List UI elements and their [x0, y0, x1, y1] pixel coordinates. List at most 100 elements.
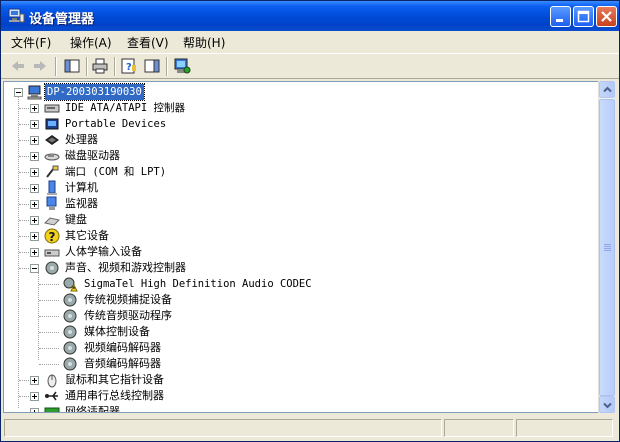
- back-icon[interactable]: [9, 57, 27, 75]
- tree-node-monitors[interactable]: 监视器: [4, 196, 304, 212]
- properties-pane-icon[interactable]: [63, 57, 81, 75]
- collapse-toggle[interactable]: [30, 264, 39, 273]
- tree-connector: [39, 300, 59, 301]
- status-bar: [1, 415, 619, 441]
- console-tree-icon[interactable]: [143, 57, 161, 75]
- expand-toggle[interactable]: [30, 104, 39, 113]
- tree-node-network-adapters[interactable]: 网络适配器: [4, 404, 304, 413]
- tree-node-sigmatel-audio[interactable]: SigmaTel High Definition Audio CODEC: [4, 276, 404, 292]
- sound-device-icon: [63, 309, 77, 323]
- node-label: 通用串行总线控制器: [65, 389, 164, 402]
- node-label: 声音、视频和游戏控制器: [65, 261, 186, 274]
- sound-icon: [45, 261, 59, 275]
- scroll-down-button[interactable]: [599, 396, 615, 413]
- node-label: 监视器: [65, 197, 98, 210]
- node-label: 键盘: [65, 213, 87, 226]
- status-pane-main: [4, 419, 442, 437]
- tree-node-sound-video-game[interactable]: 声音、视频和游戏控制器: [4, 260, 324, 276]
- sound-device-icon: [63, 293, 77, 307]
- expand-toggle[interactable]: [30, 376, 39, 385]
- tree-node-other-devices[interactable]: ? 其它设备: [4, 228, 304, 244]
- tree-node-mice[interactable]: 鼠标和其它指针设备: [4, 372, 304, 388]
- node-label: 传统视频捕捉设备: [84, 293, 172, 306]
- node-label: 视频编码解码器: [84, 341, 161, 354]
- tree-root[interactable]: DP-200303190030: [4, 83, 304, 101]
- keyboard-icon: [44, 217, 60, 226]
- device-tree[interactable]: DP-200303190030 IDE ATA/ATAPI 控制器 Portab…: [3, 81, 599, 413]
- menu-action[interactable]: 操作(A): [70, 34, 112, 51]
- tree-node-video-codecs[interactable]: 视频编码解码器: [4, 340, 304, 356]
- scroll-up-button[interactable]: [599, 81, 615, 98]
- tree-node-legacy-audio-drivers[interactable]: 传统音频驱动程序: [4, 308, 304, 324]
- maximize-button[interactable]: [573, 6, 594, 27]
- expand-toggle[interactable]: [30, 136, 39, 145]
- menu-view[interactable]: 查看(V): [127, 34, 169, 51]
- expand-toggle[interactable]: [30, 392, 39, 401]
- computer-root-icon: [27, 85, 42, 100]
- toolbar-separator: [86, 57, 88, 76]
- node-label: 人体学输入设备: [65, 245, 142, 258]
- expand-toggle[interactable]: [30, 232, 39, 241]
- thumb-grip: [604, 250, 611, 251]
- tree-connector: [39, 348, 59, 349]
- processor-icon: [45, 135, 59, 145]
- expand-toggle[interactable]: [30, 200, 39, 209]
- menu-file[interactable]: 文件(F): [11, 34, 51, 51]
- node-label: 音频编码解码器: [84, 357, 161, 370]
- expand-toggle[interactable]: [30, 120, 39, 129]
- tree-node-hid[interactable]: 人体学输入设备: [4, 244, 304, 260]
- tree-node-usb[interactable]: 通用串行总线控制器: [4, 388, 304, 404]
- unknown-device-icon: ?: [44, 228, 60, 244]
- expand-toggle[interactable]: [30, 184, 39, 193]
- node-label: 传统音频驱动程序: [84, 309, 172, 322]
- close-icon: [601, 11, 612, 22]
- vertical-scrollbar[interactable]: [598, 81, 615, 413]
- warning-device-icon: [63, 277, 78, 292]
- title-bar[interactable]: 设备管理器: [1, 1, 619, 31]
- expand-toggle[interactable]: [30, 216, 39, 225]
- tree-node-disk-drives[interactable]: 磁盘驱动器: [4, 148, 304, 164]
- node-label: 其它设备: [65, 229, 109, 242]
- tree-node-keyboards[interactable]: 键盘: [4, 212, 304, 228]
- forward-icon[interactable]: [31, 57, 49, 75]
- menu-bar: 文件(F) 操作(A) 查看(V) 帮助(H): [1, 31, 619, 52]
- thumb-grip: [604, 248, 611, 249]
- toolbar-separator: [166, 57, 168, 76]
- tree-connector: [39, 364, 59, 365]
- expand-toggle[interactable]: [30, 248, 39, 257]
- node-label: 计算机: [65, 181, 98, 194]
- tree-node-legacy-video-capture[interactable]: 传统视频捕捉设备: [4, 292, 304, 308]
- expand-toggle[interactable]: [30, 168, 39, 177]
- menu-help[interactable]: 帮助(H): [183, 34, 225, 51]
- toolbar: ?: [1, 53, 619, 79]
- node-label: 网络适配器: [65, 405, 120, 413]
- tree-connector: [39, 332, 59, 333]
- tree-connector: [19, 412, 31, 413]
- tree-connector: [39, 284, 59, 285]
- help-icon[interactable]: ?: [120, 57, 138, 75]
- status-pane-3: [516, 419, 613, 437]
- expand-toggle[interactable]: [30, 408, 39, 412]
- svg-text:?: ?: [126, 62, 132, 73]
- collapse-toggle[interactable]: [14, 88, 23, 97]
- thumb-grip: [604, 246, 611, 247]
- disk-drive-icon: [44, 153, 60, 161]
- tree-node-processor[interactable]: 处理器: [4, 132, 304, 148]
- node-label: 鼠标和其它指针设备: [65, 373, 164, 386]
- scroll-thumb[interactable]: [599, 99, 615, 396]
- tree-node-media-control[interactable]: 媒体控制设备: [4, 324, 304, 340]
- print-icon[interactable]: [91, 57, 109, 75]
- expand-toggle[interactable]: [30, 152, 39, 161]
- maximize-icon: [577, 10, 590, 23]
- sound-device-icon: [63, 325, 77, 339]
- tree-node-ide[interactable]: IDE ATA/ATAPI 控制器: [4, 100, 304, 116]
- ide-icon: [44, 104, 60, 113]
- tree-node-ports[interactable]: 端口 (COM 和 LPT): [4, 164, 304, 180]
- scan-hardware-icon[interactable]: [173, 57, 191, 75]
- close-button[interactable]: [596, 6, 617, 27]
- tree-node-audio-codecs[interactable]: 音频编码解码器: [4, 356, 304, 372]
- minimize-button[interactable]: [550, 6, 571, 27]
- tree-node-portable-devices[interactable]: Portable Devices: [4, 116, 304, 132]
- sound-device-icon: [63, 357, 77, 371]
- tree-node-computer[interactable]: 计算机: [4, 180, 304, 196]
